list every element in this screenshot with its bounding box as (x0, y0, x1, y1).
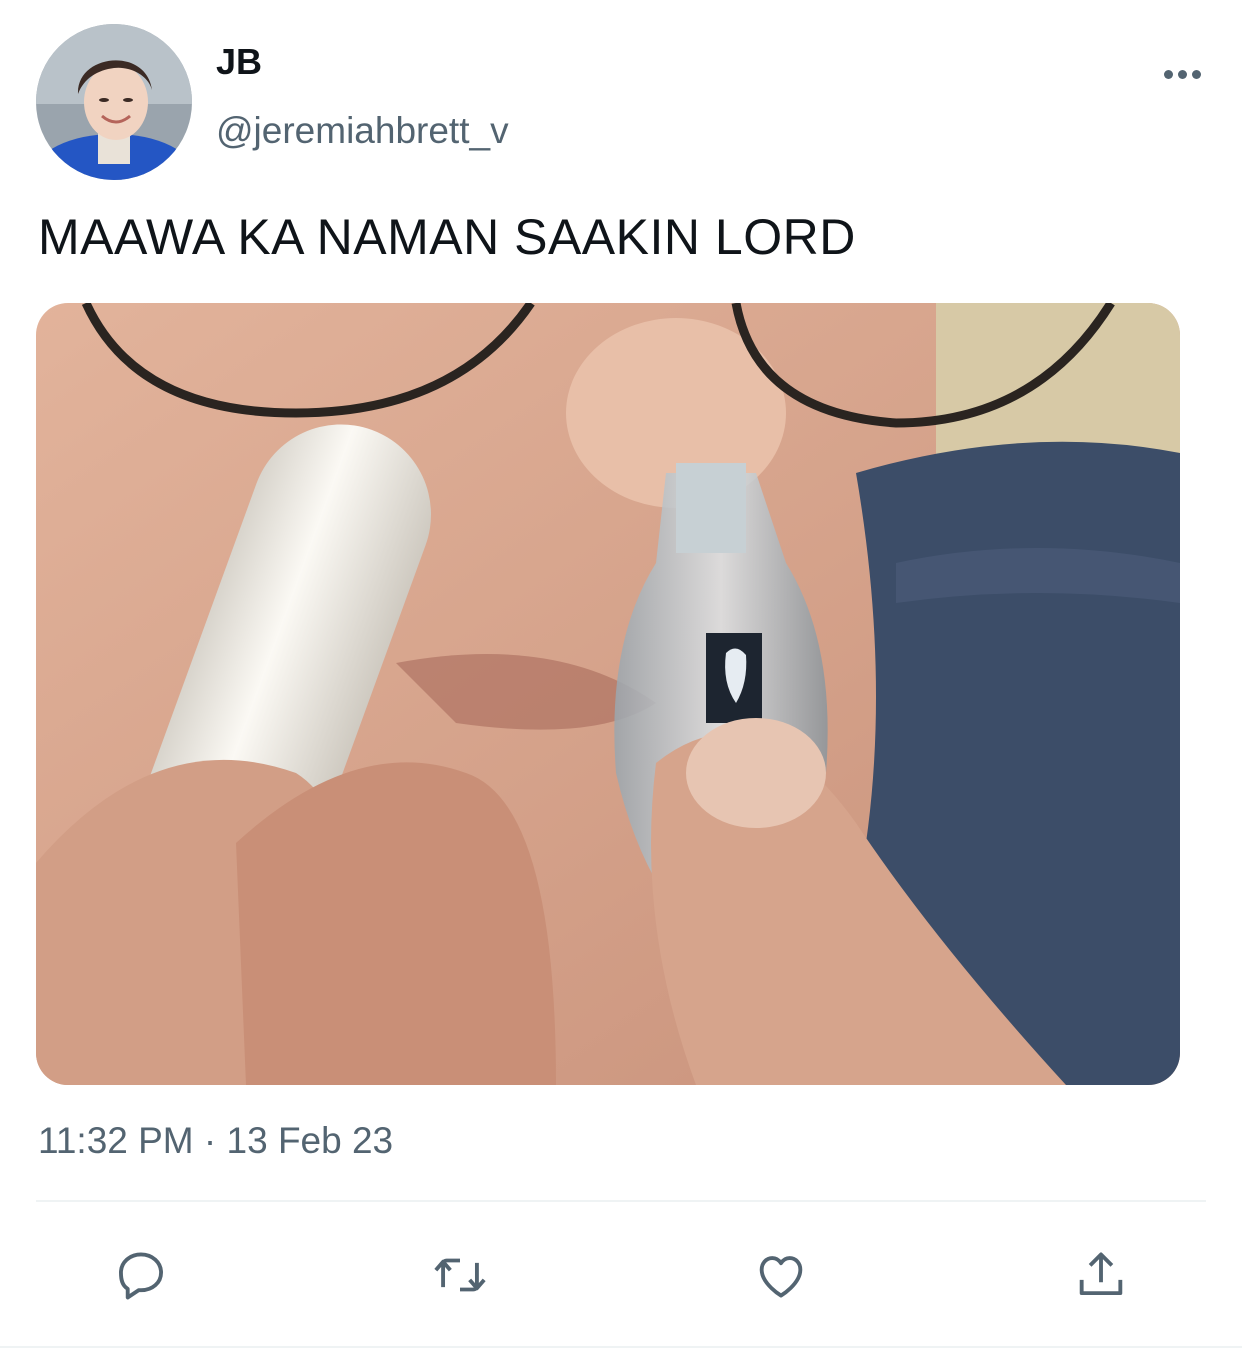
reply-icon (119, 1252, 163, 1300)
tweet-timestamp[interactable]: 11:32 PM · 13 Feb 23 (38, 1118, 393, 1164)
more-options-button[interactable] (1152, 56, 1212, 92)
retweet-button[interactable] (425, 1240, 495, 1310)
photo (36, 303, 1180, 1085)
retweet-icon (434, 1258, 486, 1292)
reply-button[interactable] (106, 1240, 176, 1310)
share-button[interactable] (1066, 1240, 1136, 1310)
tweet-media-image[interactable] (36, 303, 1180, 1085)
display-name[interactable]: JB (216, 40, 262, 84)
divider (36, 1200, 1206, 1202)
avatar-image (36, 24, 192, 180)
avatar[interactable] (36, 24, 192, 180)
like-button[interactable] (746, 1240, 816, 1310)
heart-icon (759, 1256, 803, 1298)
more-horizontal-icon (1163, 69, 1173, 79)
tweet-text: MAAWA KA NAMAN SAAKIN LORD (38, 209, 856, 265)
more-dot (1177, 69, 1187, 79)
more-dot (1191, 69, 1201, 79)
share-icon (1079, 1252, 1123, 1296)
bottom-divider (0, 1346, 1242, 1348)
user-handle[interactable]: @jeremiahbrett_v (216, 108, 509, 154)
